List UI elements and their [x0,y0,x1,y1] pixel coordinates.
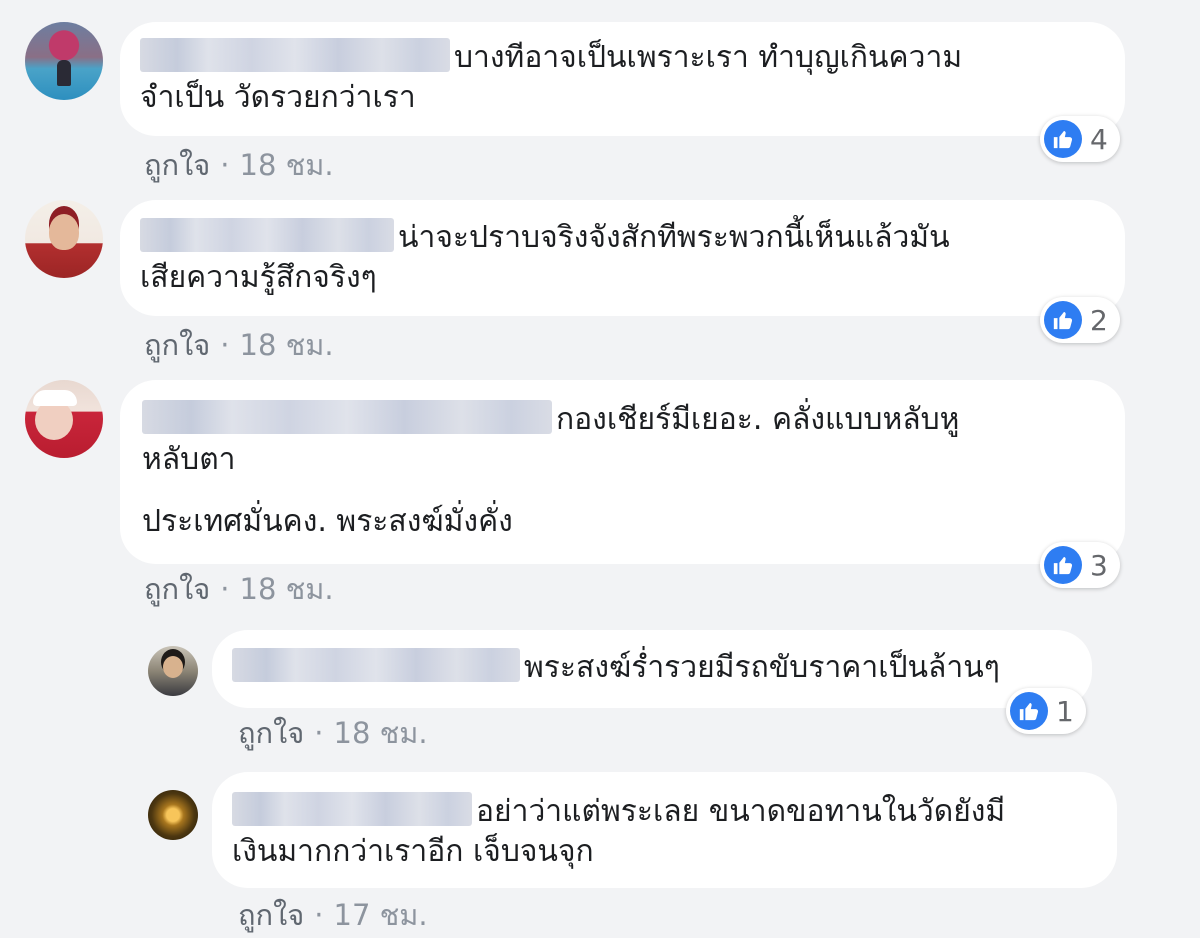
reply-text-line-1: อย่าว่าแต่พระเลย ขนาดขอทานในวัดยังมี [232,792,1097,832]
reply-text-line-1: พระสงฆ์ร่ำรวยมีรถขับราคาเป็นล้านๆ [232,648,1072,688]
blurred-author-name[interactable] [232,792,472,826]
blurred-author-name[interactable] [142,400,552,434]
separator-dot: · [314,898,324,932]
like-link[interactable]: ถูกใจ [238,716,304,750]
reaction-count: 3 [1090,548,1108,582]
comment-text-line-2: เสียความรู้สึกจริงๆ [140,260,377,295]
reply-text-line-2: เงินมากกว่าเราอีก เจ็บจนจุก [232,834,594,869]
commenter-avatar[interactable] [25,22,103,100]
blurred-author-name[interactable] [232,648,520,682]
replier-avatar[interactable] [148,790,198,840]
reaction-count: 1 [1056,694,1074,728]
comment-text-line-1: กองเชียร์มีเยอะ. คลั่งแบบหลับหู [142,400,1101,440]
reply-meta: ถูกใจ · 17 ชม. [238,892,428,938]
like-link[interactable]: ถูกใจ [144,148,210,182]
comment-text-line-1: บางทีอาจเป็นเพราะเรา ทำบุญเกินความ [140,38,1101,78]
reaction-count-badge[interactable]: 2 [1040,297,1120,343]
reply-bubble: พระสงฆ์ร่ำรวยมีรถขับราคาเป็นล้านๆ [212,630,1092,708]
comment-bubble: กองเชียร์มีเยอะ. คลั่งแบบหลับหู หลับตา ป… [120,380,1125,564]
reply-meta: ถูกใจ · 18 ชม. [238,710,428,756]
comment-bubble: บางทีอาจเป็นเพราะเรา ทำบุญเกินความ จำเป็… [120,22,1125,136]
comment-text-line-2: จำเป็น วัดรวยกว่าเรา [140,80,416,115]
comment-text-line-2: หลับตา [142,442,236,477]
reaction-count-badge[interactable]: 1 [1006,688,1086,734]
comment-text-line-3: ประเทศมั่นคง. พระสงฆ์มั่งคั่ง [142,504,513,539]
thumbs-up-icon [1010,692,1048,730]
comment-meta: ถูกใจ · 18 ชม. [144,566,334,612]
timestamp[interactable]: 18 ชม. [334,716,428,750]
timestamp[interactable]: 17 ชม. [334,898,428,932]
comment-meta: ถูกใจ · 18 ชม. [144,322,334,368]
separator-dot: · [220,148,230,182]
timestamp[interactable]: 18 ชม. [240,148,334,182]
comment-bubble: น่าจะปราบจริงจังสักทีพระพวกนี้เห็นแล้วมั… [120,200,1125,316]
reaction-count-badge[interactable]: 3 [1040,542,1120,588]
blurred-author-name[interactable] [140,218,394,252]
like-link[interactable]: ถูกใจ [144,328,210,362]
reaction-count: 4 [1090,122,1108,156]
blurred-author-name[interactable] [140,38,450,72]
separator-dot: · [220,572,230,606]
thumbs-up-icon [1044,120,1082,158]
commenter-avatar[interactable] [25,200,103,278]
reaction-count: 2 [1090,303,1108,337]
reaction-count-badge[interactable]: 4 [1040,116,1120,162]
thumbs-up-icon [1044,546,1082,584]
replier-avatar[interactable] [148,646,198,696]
timestamp[interactable]: 18 ชม. [240,328,334,362]
like-link[interactable]: ถูกใจ [144,572,210,606]
timestamp[interactable]: 18 ชม. [240,572,334,606]
thumbs-up-icon [1044,301,1082,339]
commenter-avatar[interactable] [25,380,103,458]
like-link[interactable]: ถูกใจ [238,898,304,932]
reply-bubble: อย่าว่าแต่พระเลย ขนาดขอทานในวัดยังมี เงิ… [212,772,1117,888]
comment-text-line-1: น่าจะปราบจริงจังสักทีพระพวกนี้เห็นแล้วมั… [140,218,1101,258]
separator-dot: · [314,716,324,750]
separator-dot: · [220,328,230,362]
comment-meta: ถูกใจ · 18 ชม. [144,142,334,188]
